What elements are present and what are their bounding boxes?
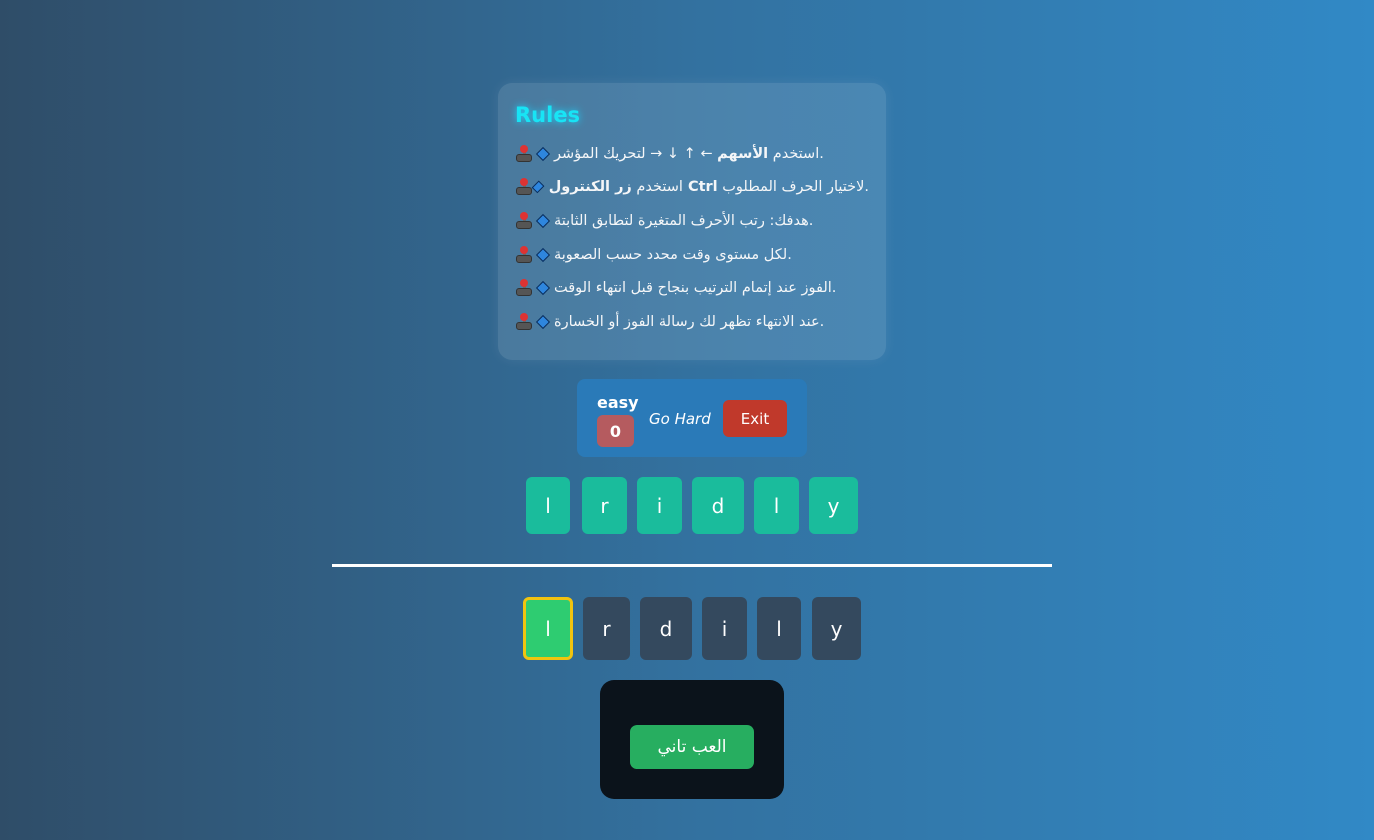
rule-item: هدفك: رتب الأحرف المتغيرة لتطابق الثابتة…	[515, 204, 869, 238]
rules-list: استخدم الأسهم ← ↑ ↓ → لتحريك المؤشر. استخ…	[515, 137, 869, 339]
blue-diamond-icon	[532, 180, 546, 194]
rule-item: استخدم الأسهم ← ↑ ↓ → لتحريك المؤشر.	[515, 137, 869, 171]
blue-diamond-icon	[535, 314, 551, 329]
letter-tile[interactable]: y	[812, 597, 861, 660]
rule-item: الفوز عند إتمام الترتيب بنجاح قبل انتهاء…	[515, 271, 869, 305]
target-letter-tile: y	[809, 477, 858, 534]
rules-title: Rules	[515, 103, 581, 127]
blue-diamond-icon	[535, 247, 551, 262]
rule-text-part: عند الانتهاء تظهر لك رسالة الفوز أو الخس…	[554, 313, 825, 330]
joystick-icon	[515, 211, 533, 230]
rule-item: لكل مستوى وقت محدد حسب الصعوبة.	[515, 238, 869, 272]
target-letter-tile: i	[637, 477, 682, 534]
blue-diamond-icon	[535, 146, 551, 161]
rule-text: استخدم الأسهم ← ↑ ↓ → لتحريك المؤشر.	[554, 146, 824, 162]
level-label: easy	[597, 393, 639, 412]
letter-tile[interactable]: d	[640, 597, 692, 660]
target-letter-tile: r	[582, 477, 627, 534]
rule-text-bold: الأسهم	[717, 145, 769, 162]
go-hard-link[interactable]: Go Hard	[649, 410, 711, 428]
rule-text: عند الانتهاء تظهر لك رسالة الفوز أو الخس…	[554, 314, 824, 330]
divider	[332, 564, 1052, 567]
joystick-icon	[515, 144, 533, 163]
selected-letter-tile[interactable]: l	[523, 597, 573, 660]
rule-text: الفوز عند إتمام الترتيب بنجاح قبل انتهاء…	[554, 280, 836, 296]
letter-tile[interactable]: r	[583, 597, 630, 660]
joystick-icon	[515, 178, 532, 196]
rule-text-part: لكل مستوى وقت محدد حسب الصعوبة.	[554, 246, 792, 263]
joystick-icon	[515, 312, 533, 331]
rule-text: استخدم زر الكنترول Ctrl لاختيار الحرف ال…	[549, 179, 869, 195]
target-letter-tile: l	[526, 477, 570, 534]
result-panel: العب تاني	[600, 680, 784, 799]
joystick-icon	[515, 279, 533, 297]
rules-panel: Rules استخدم الأسهم ← ↑ ↓ → لتحريك المؤش…	[498, 83, 886, 360]
joystick-icon	[515, 245, 533, 264]
letter-tile[interactable]: i	[702, 597, 747, 660]
controls-panel: easy 0 Go Hard Exit	[577, 379, 807, 457]
exit-button[interactable]: Exit	[723, 400, 787, 437]
play-again-button[interactable]: العب تاني	[630, 725, 754, 769]
score-badge: 0	[597, 415, 634, 447]
rule-text: هدفك: رتب الأحرف المتغيرة لتطابق الثابتة…	[554, 213, 813, 229]
letter-tile[interactable]: l	[757, 597, 801, 660]
rule-item: عند الانتهاء تظهر لك رسالة الفوز أو الخس…	[515, 305, 869, 339]
target-letter-tile: d	[692, 477, 744, 534]
blue-diamond-icon	[535, 281, 551, 296]
rule-text-part: استخدم	[631, 179, 683, 196]
rule-text: لكل مستوى وقت محدد حسب الصعوبة.	[554, 247, 792, 263]
target-letter-tile: l	[754, 477, 799, 534]
rule-text-part: الفوز عند إتمام الترتيب بنجاح قبل انتهاء…	[554, 280, 837, 297]
rule-text-part: هدفك: رتب الأحرف المتغيرة لتطابق الثابتة…	[554, 212, 814, 229]
rule-text-part: استخدم	[768, 145, 820, 162]
rule-text-part: لاختيار الحرف المطلوب.	[717, 179, 869, 196]
rule-item: استخدم زر الكنترول Ctrl لاختيار الحرف ال…	[515, 171, 869, 205]
blue-diamond-icon	[535, 213, 551, 229]
